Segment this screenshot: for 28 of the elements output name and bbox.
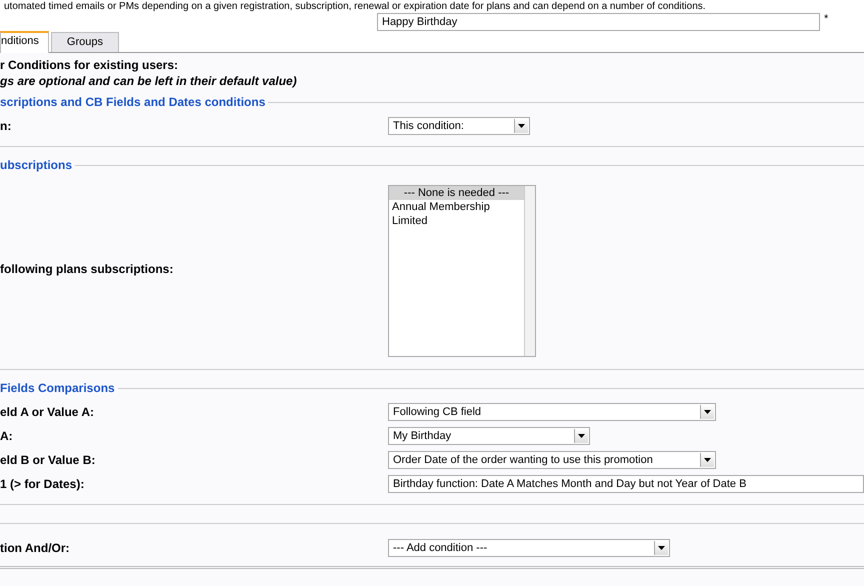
note-text: gs are optional and can be left in their default value) (0, 74, 298, 90)
list-option[interactable]: Annual Membership (389, 200, 524, 214)
dropdown[interactable]: My Birthday (388, 427, 590, 445)
field-label: 1 (> for Dates): (0, 477, 86, 491)
name-field[interactable]: Happy Birthday (377, 13, 820, 31)
scrollbar[interactable] (524, 186, 535, 356)
field-label: following plans subscriptions: (0, 262, 174, 276)
field-label: eld B or Value B: (0, 453, 96, 467)
list-option[interactable]: Limited (389, 214, 524, 228)
field-label: tion And/Or: (0, 541, 71, 555)
tab[interactable]: Groups (50, 32, 119, 52)
field-label: eld A or Value A: (0, 405, 96, 419)
required-mark: * (824, 13, 828, 25)
fieldset-legend: scriptions and CB Fields and Dates conditions (0, 95, 266, 109)
description-text: utomated timed emails or PMs depending on a given registration, subscription, renewal or expiration date for plans and can depend on a number of conditions. (3, 0, 707, 13)
section-heading: r Conditions for existing users: (0, 58, 180, 74)
list-box[interactable]: --- None is needed --- Annual Membership Limited (388, 185, 536, 357)
dropdown[interactable]: --- Add condition --- (388, 539, 670, 557)
dropdown[interactable]: This condition: (388, 117, 530, 135)
list-option[interactable]: --- None is needed --- (389, 186, 524, 200)
field-label: A: (0, 429, 14, 443)
dropdown[interactable]: Order Date of the order wanting to use this promotion (388, 451, 716, 469)
dropdown[interactable]: Following CB field (388, 403, 716, 421)
field-label: n: (0, 119, 12, 133)
fieldset-legend: ubscriptions (0, 158, 72, 172)
tab[interactable]: nditions (0, 31, 49, 53)
fieldset-legend: Fields Comparisons (0, 381, 115, 395)
input-field[interactable]: Birthday function: Date A Matches Month and Day but not Year of Date B (388, 475, 864, 493)
